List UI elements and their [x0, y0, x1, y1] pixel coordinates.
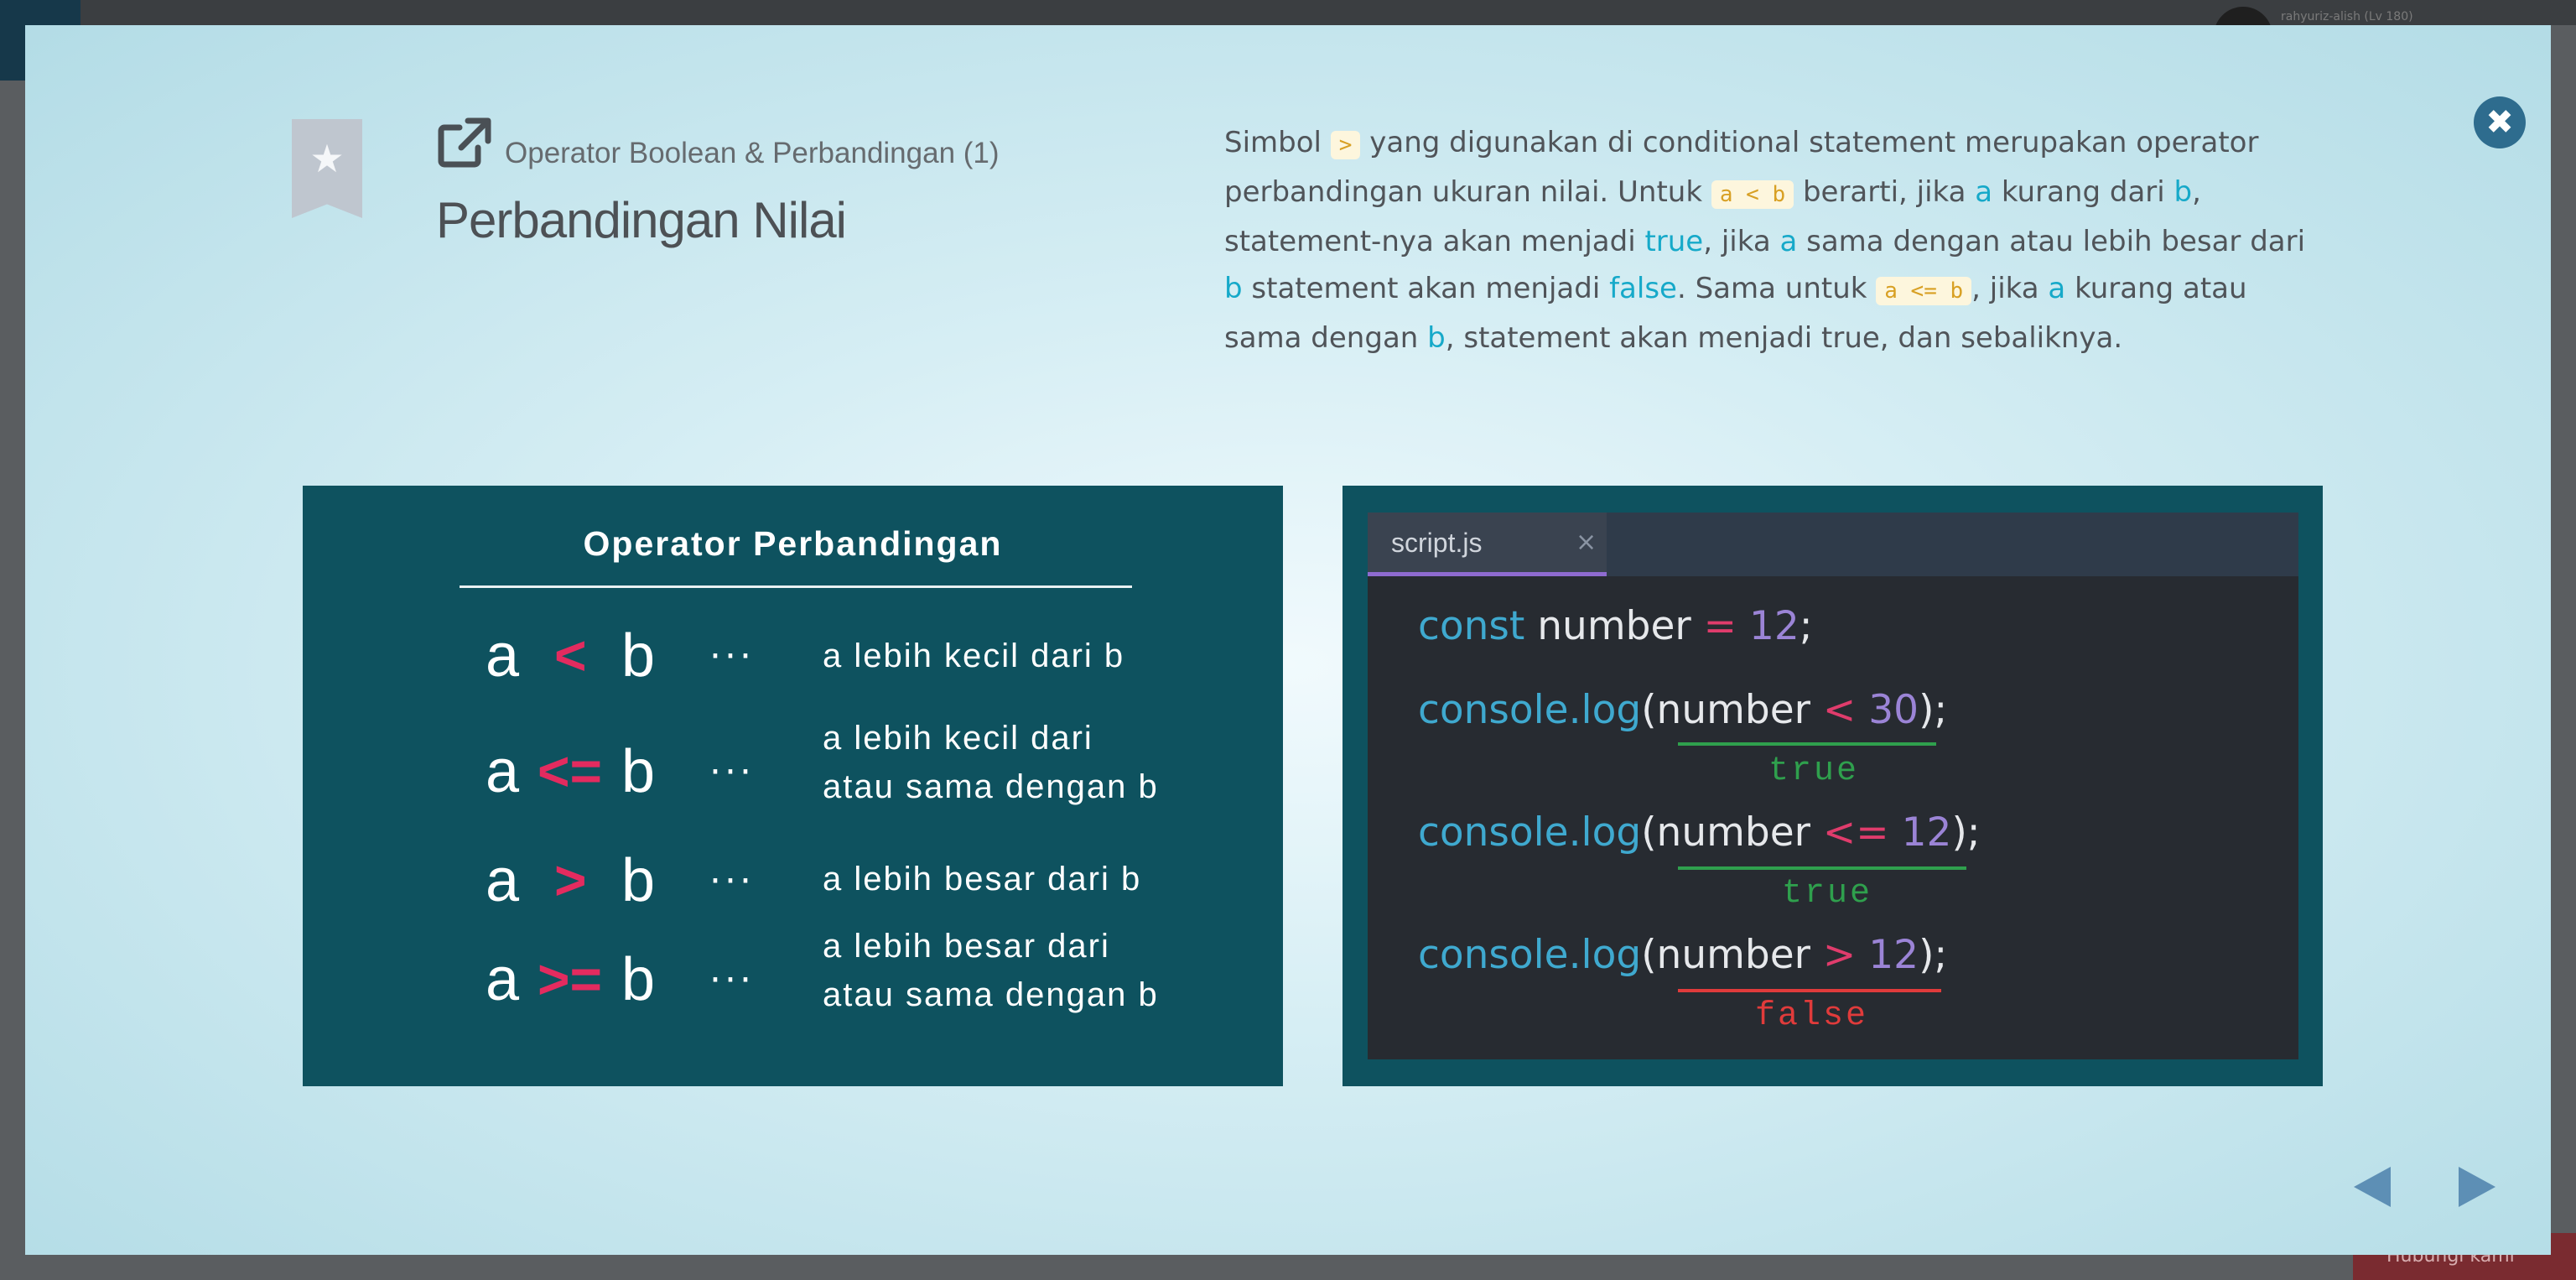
- result-true: true: [1782, 875, 1873, 913]
- result-false: false: [1755, 997, 1869, 1035]
- star-icon: ★: [309, 136, 345, 181]
- tab-close-icon[interactable]: ×: [1576, 528, 1597, 557]
- breadcrumb: Operator Boolean & Perbandingan (1): [505, 137, 1000, 169]
- code-line: console.log(number > 12);: [1418, 932, 1948, 978]
- description-text: Simbol > yang digunakan di conditional s…: [1224, 126, 2306, 355]
- code-chip: a <= b: [1876, 277, 1972, 305]
- code-editor: script.js × const number = 12; console.l…: [1368, 513, 2298, 1059]
- page-title: Perbandingan Nilai: [436, 192, 847, 248]
- result-underline: [1678, 866, 1966, 870]
- operators-panel: Operator Perbandingan a < b ··· a lebih …: [303, 486, 1283, 1086]
- next-slide-arrow-icon[interactable]: [2459, 1167, 2496, 1207]
- background-topbar: [0, 0, 2576, 25]
- previous-slide-arrow-icon[interactable]: [2354, 1167, 2391, 1207]
- operators-panel-title: Operator Perbandingan: [583, 524, 1003, 563]
- operator-symbol: >=: [538, 948, 603, 1010]
- editor-tab[interactable]: script.js ×: [1368, 513, 1607, 576]
- operator-symbol: >: [554, 849, 587, 911]
- bookmark-button[interactable]: ★: [292, 119, 362, 218]
- divider: [460, 585, 1132, 588]
- slide-modal: ✖ ★ Operator Boolean & Perbandingan (1) …: [25, 25, 2551, 1255]
- result-true: true: [1768, 752, 1860, 790]
- editor-tab-label: script.js: [1391, 528, 1483, 558]
- operator-symbol: <: [554, 624, 587, 686]
- code-line: console.log(number < 30);: [1418, 687, 1948, 733]
- external-link-icon[interactable]: [436, 116, 495, 169]
- code-chip: a < b: [1711, 180, 1794, 209]
- code-example-panel: script.js × const number = 12; console.l…: [1343, 486, 2323, 1086]
- editor-tabbar: script.js ×: [1368, 513, 2298, 576]
- result-underline: [1678, 742, 1936, 746]
- operator-symbol: <=: [538, 740, 603, 802]
- background-username: rahyuriz-alish (Lv 180): [2281, 10, 2413, 23]
- result-underline: [1678, 989, 1941, 992]
- code-line: const number = 12;: [1418, 603, 1813, 649]
- code-chip: >: [1330, 131, 1361, 159]
- close-icon[interactable]: ✖: [2474, 96, 2526, 148]
- code-line: console.log(number <= 12);: [1418, 809, 1981, 856]
